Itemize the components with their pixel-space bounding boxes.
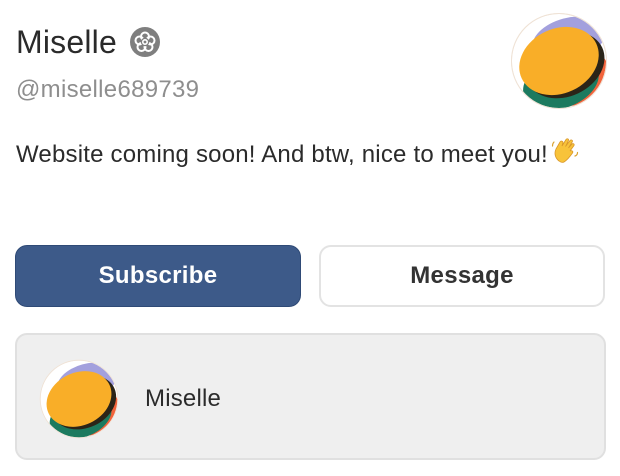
card-avatar <box>39 359 119 439</box>
subscribe-button[interactable]: Subscribe <box>15 245 301 307</box>
profile-bio: Website coming soon! And btw, nice to me… <box>16 136 596 174</box>
bio-text: Website coming soon! And btw, nice to me… <box>16 141 548 168</box>
profile-display-name: Miselle <box>16 24 117 60</box>
message-button[interactable]: Message <box>319 245 605 307</box>
profile-card[interactable]: Miselle <box>15 333 606 460</box>
profile-handle: @miselle689739 <box>16 76 200 103</box>
profile-avatar[interactable] <box>510 12 608 110</box>
card-name: Miselle <box>145 385 222 412</box>
waving-hand-icon <box>550 136 580 166</box>
profile-name-row: Miselle <box>16 20 161 64</box>
verified-badge-icon <box>129 26 161 58</box>
